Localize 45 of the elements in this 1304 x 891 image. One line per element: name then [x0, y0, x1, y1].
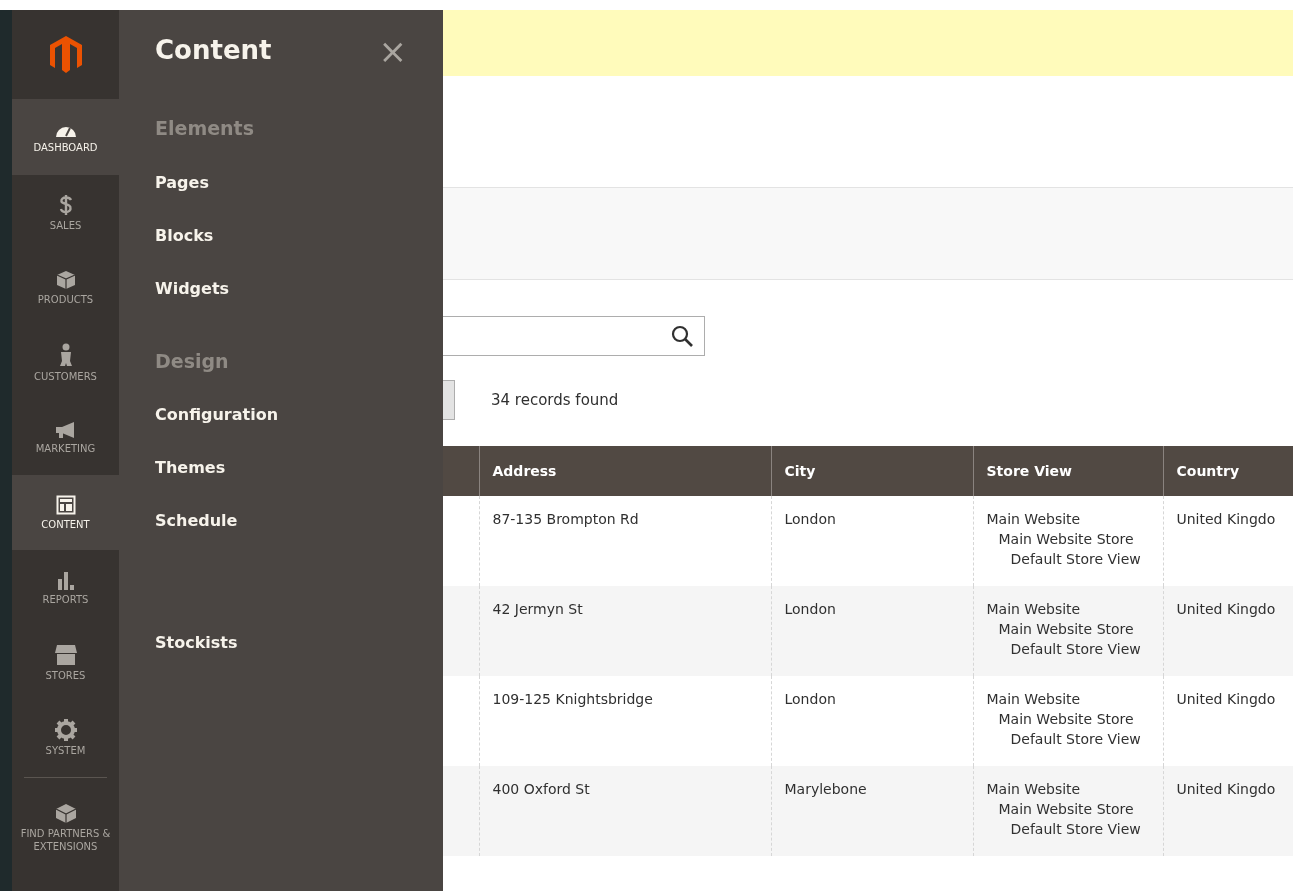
- close-button[interactable]: ×: [378, 34, 407, 68]
- menu-link[interactable]: Stockists: [155, 631, 407, 655]
- brick-icon: [54, 801, 77, 824]
- menu-link[interactable]: Themes: [155, 456, 407, 480]
- sidebar-item[interactable]: REPORTS: [12, 550, 119, 625]
- logo-icon[interactable]: [49, 35, 82, 74]
- sidebar-item[interactable]: SALES: [12, 175, 119, 250]
- dollar-icon: [58, 193, 73, 216]
- records-count: 34 records found: [491, 389, 619, 411]
- table-cell: 42 Jermyn St: [479, 586, 771, 676]
- sidebar-item[interactable]: FIND PARTNERS & EXTENSIONS: [12, 782, 119, 872]
- storefront-icon: [53, 643, 78, 666]
- bar-chart-icon: [55, 569, 76, 590]
- sidebar-item[interactable]: PRODUCTS: [12, 250, 119, 325]
- table-cell: Marylebone: [771, 766, 973, 856]
- column-header[interactable]: Country: [1163, 446, 1293, 496]
- table-cell: 400 Oxford St: [479, 766, 771, 856]
- menu-link[interactable]: Configuration: [155, 403, 407, 427]
- table-cell: United Kingdo: [1163, 766, 1293, 856]
- table-cell: Main Website Main Website Store Default Store View: [973, 586, 1163, 676]
- menu-link[interactable]: Pages: [155, 170, 407, 195]
- menu-link[interactable]: Schedule: [155, 509, 407, 533]
- menu-link[interactable]: Widgets: [155, 276, 407, 301]
- gear-icon: [54, 718, 77, 741]
- column-header[interactable]: Store View: [973, 446, 1163, 496]
- sidebar-item[interactable]: SYSTEM: [12, 700, 119, 775]
- layout-icon: [55, 494, 76, 515]
- panel-title: Content: [155, 35, 272, 67]
- table-cell: United Kingdo: [1163, 586, 1293, 676]
- table-cell: London: [771, 586, 973, 676]
- menu-link[interactable]: Blocks: [155, 223, 407, 248]
- search-icon[interactable]: [670, 324, 694, 348]
- sidebar-item[interactable]: STORES: [12, 625, 119, 700]
- table-cell: Main Website Main Website Store Default Store View: [973, 766, 1163, 856]
- box-icon: [55, 269, 76, 290]
- sidebar-item[interactable]: CONTENT: [12, 475, 119, 550]
- sidebar-item[interactable]: MARKETING: [12, 400, 119, 475]
- sidebar-item[interactable]: DASHBOARD: [12, 100, 119, 175]
- search-field[interactable]: [443, 316, 705, 356]
- section-heading: Elements: [155, 116, 255, 141]
- section-heading: Design: [155, 348, 230, 374]
- column-header[interactable]: City: [771, 446, 973, 496]
- column-header[interactable]: Address: [479, 446, 771, 496]
- sidebar-item[interactable]: CUSTOMERS: [12, 325, 119, 400]
- person-icon: [58, 342, 73, 367]
